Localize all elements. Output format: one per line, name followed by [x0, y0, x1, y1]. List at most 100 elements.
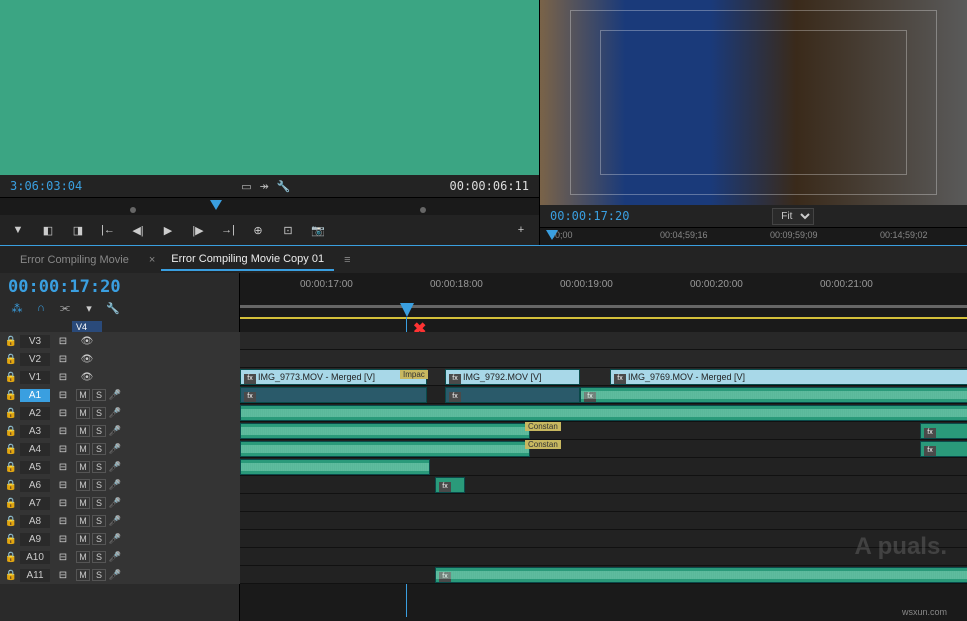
lock-icon[interactable]: 🔒 [4, 372, 18, 383]
voiceover-icon[interactable]: 🎤 [108, 570, 122, 581]
snap-icon[interactable]: ⁂ [8, 301, 26, 315]
lock-icon[interactable]: 🔒 [4, 408, 18, 419]
program-preview[interactable] [540, 0, 967, 205]
track-lane-a4[interactable]: Constan fx [240, 440, 967, 458]
voiceover-icon[interactable]: 🎤 [108, 552, 122, 563]
timeline-playhead[interactable] [400, 303, 414, 317]
track-target[interactable]: A3 [20, 425, 50, 438]
clip-video[interactable]: fxIMG_9792.MOV [V] [445, 369, 580, 385]
step-back-button[interactable]: ◀| [130, 222, 146, 238]
track-target[interactable]: A11 [20, 569, 50, 582]
clip-audio[interactable]: fx [920, 441, 967, 457]
mute-button[interactable]: M [76, 497, 90, 509]
handle-dot[interactable] [420, 207, 426, 213]
voiceover-icon[interactable]: 🎤 [108, 462, 122, 473]
track-target[interactable]: V3 [20, 335, 50, 348]
clip-video[interactable]: fxIMG_9769.MOV - Merged [V] [610, 369, 967, 385]
track-lane-a3[interactable]: Constan fx [240, 422, 967, 440]
track-target[interactable]: A6 [20, 479, 50, 492]
voiceover-icon[interactable]: 🎤 [108, 534, 122, 545]
voiceover-icon[interactable]: 🎤 [108, 426, 122, 437]
transition-label[interactable]: Impac [400, 370, 428, 379]
voiceover-icon[interactable]: 🎤 [108, 516, 122, 527]
track-lane-a8[interactable] [240, 512, 967, 530]
transition-label[interactable]: Constan [525, 422, 561, 431]
eye-icon[interactable]: 👁 [76, 354, 98, 365]
settings-icon[interactable]: 🔧 [104, 301, 122, 315]
eye-icon[interactable]: 👁 [76, 336, 98, 347]
sync-lock-icon[interactable]: ⊟ [52, 408, 74, 419]
lock-icon[interactable]: 🔒 [4, 534, 18, 545]
mute-button[interactable]: M [76, 389, 90, 401]
magnet-icon[interactable]: ∩ [32, 301, 50, 315]
sync-lock-icon[interactable]: ⊟ [52, 462, 74, 473]
track-lane-a2[interactable] [240, 404, 967, 422]
sync-lock-icon[interactable]: ⊟ [52, 570, 74, 581]
tab-close-icon[interactable]: × [149, 254, 155, 266]
solo-button[interactable]: S [92, 443, 106, 455]
clip-video[interactable]: fxIMG_9773.MOV - Merged [V] [240, 369, 427, 385]
lock-icon[interactable]: 🔒 [4, 480, 18, 491]
solo-button[interactable]: S [92, 461, 106, 473]
mute-button[interactable]: M [76, 533, 90, 545]
lock-icon[interactable]: 🔒 [4, 552, 18, 563]
sync-lock-icon[interactable]: ⊟ [52, 498, 74, 509]
goto-out-button[interactable]: →| [220, 222, 236, 238]
source-scrubber[interactable] [0, 197, 539, 215]
track-lane-a5[interactable] [240, 458, 967, 476]
sync-lock-icon[interactable]: ⊟ [52, 552, 74, 563]
add-button[interactable]: + [513, 222, 529, 238]
mute-button[interactable]: M [76, 515, 90, 527]
marker-button[interactable]: ▼ [10, 222, 26, 238]
work-area-bar[interactable] [240, 305, 967, 308]
program-timecode[interactable]: 00:00:17:20 [550, 209, 629, 223]
solo-button[interactable]: S [92, 569, 106, 581]
track-lane-v1[interactable]: fxIMG_9773.MOV - Merged [V] Impac fxIMG_… [240, 368, 967, 386]
track-lane-a6[interactable]: fx [240, 476, 967, 494]
voiceover-icon[interactable]: 🎤 [108, 444, 122, 455]
track-lane-a7[interactable] [240, 494, 967, 512]
source-preview[interactable] [0, 0, 539, 175]
clip-audio[interactable] [240, 423, 530, 439]
timeline-content-area[interactable]: 00:00:17:00 00:00:18:00 00:00:19:00 00:0… [240, 273, 967, 621]
voiceover-icon[interactable]: 🎤 [108, 390, 122, 401]
zoom-select[interactable]: Fit [772, 208, 814, 225]
mute-button[interactable]: M [76, 407, 90, 419]
solo-button[interactable]: S [92, 425, 106, 437]
track-lane-v3[interactable] [240, 332, 967, 350]
voiceover-icon[interactable]: 🎤 [108, 408, 122, 419]
insert-button[interactable]: ⊕ [250, 222, 266, 238]
sync-lock-icon[interactable]: ⊟ [52, 426, 74, 437]
eye-icon[interactable]: 👁 [76, 372, 98, 383]
source-playhead[interactable] [210, 200, 222, 210]
timeline-timecode[interactable]: 00:00:17:20 [8, 277, 231, 297]
track-target[interactable]: A8 [20, 515, 50, 528]
solo-button[interactable]: S [92, 515, 106, 527]
source-in-timecode[interactable]: 3:06:03:04 [10, 179, 82, 193]
sync-lock-icon[interactable]: ⊟ [52, 516, 74, 527]
mute-button[interactable]: M [76, 569, 90, 581]
track-target[interactable]: A7 [20, 497, 50, 510]
handle-dot[interactable] [130, 207, 136, 213]
track-lane-v2[interactable] [240, 350, 967, 368]
track-target[interactable]: A4 [20, 443, 50, 456]
track-target[interactable]: A2 [20, 407, 50, 420]
wrench-icon[interactable]: 🔧 [277, 180, 291, 193]
solo-button[interactable]: S [92, 533, 106, 545]
overwrite-button[interactable]: ⊡ [280, 222, 296, 238]
play-button[interactable]: ▶ [160, 222, 176, 238]
lock-icon[interactable]: 🔒 [4, 498, 18, 509]
track-header-v4[interactable]: V4 [72, 321, 102, 332]
clip-audio[interactable] [240, 459, 430, 475]
mute-button[interactable]: M [76, 461, 90, 473]
solo-button[interactable]: S [92, 389, 106, 401]
mute-button[interactable]: M [76, 425, 90, 437]
voiceover-icon[interactable]: 🎤 [108, 480, 122, 491]
lock-icon[interactable]: 🔒 [4, 570, 18, 581]
track-target[interactable]: A9 [20, 533, 50, 546]
mute-button[interactable]: M [76, 479, 90, 491]
marker-tool-icon[interactable]: ▾ [80, 301, 98, 315]
track-target[interactable]: V2 [20, 353, 50, 366]
out-button[interactable]: ◨ [70, 222, 86, 238]
in-button[interactable]: ◧ [40, 222, 56, 238]
